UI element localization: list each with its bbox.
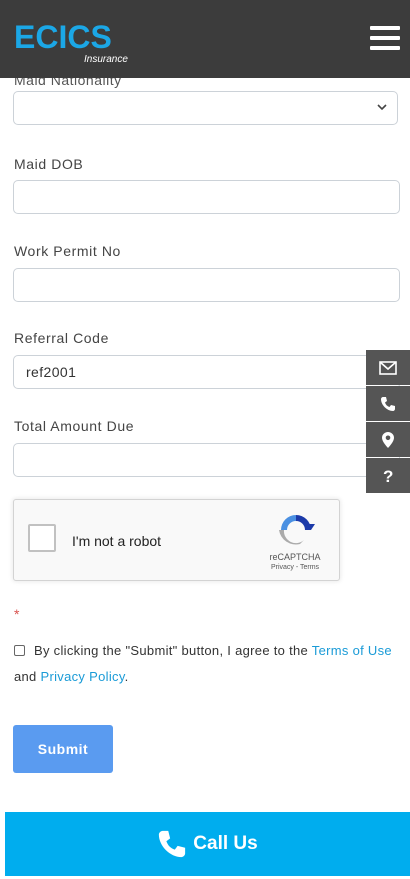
hamburger-menu-icon[interactable] [370, 26, 400, 52]
logo-sub-text: Insurance [84, 54, 128, 65]
ecics-logo[interactable]: ECICS Insurance [14, 18, 129, 66]
location-pin-icon[interactable] [366, 422, 410, 457]
agreement-and-text: and [14, 669, 41, 684]
logo-main-text: ECICS [14, 19, 112, 55]
call-us-bar[interactable]: Call Us [5, 812, 410, 876]
terms-checkbox[interactable] [14, 645, 25, 656]
privacy-policy-link[interactable]: Privacy Policy [41, 669, 125, 684]
call-us-label: Call Us [193, 833, 258, 854]
submit-button[interactable]: Submit [13, 725, 113, 773]
phone-call-icon [159, 830, 186, 858]
chevron-down-icon [377, 104, 387, 111]
question-icon[interactable]: ? [366, 458, 410, 493]
phone-icon[interactable] [366, 386, 410, 421]
agreement-period: . [124, 669, 129, 684]
work-permit-input[interactable] [13, 268, 400, 302]
envelope-icon[interactable] [366, 350, 410, 385]
referral-code-input[interactable] [13, 355, 400, 389]
terms-agreement: By clicking the "Submit" button, I agree… [14, 638, 404, 690]
maid-dob-label: Maid DOB [14, 156, 84, 172]
recaptcha-brand: reCAPTCHA [269, 552, 321, 562]
maid-nationality-select[interactable] [13, 91, 398, 125]
agreement-text: By clicking the "Submit" button, I agree… [34, 643, 312, 658]
terms-of-use-link[interactable]: Terms of Use [312, 643, 392, 658]
recaptcha-checkbox[interactable] [28, 524, 56, 552]
maid-dob-input[interactable] [13, 180, 400, 214]
referral-code-label: Referral Code [14, 330, 109, 346]
total-amount-input[interactable] [13, 443, 400, 477]
site-header: ECICS Insurance [0, 0, 410, 78]
recaptcha-widget: I'm not a robot reCAPTCHA Privacy - Term… [13, 499, 340, 581]
recaptcha-privacy-terms[interactable]: Privacy - Terms [260, 564, 330, 571]
recaptcha-label: I'm not a robot [72, 533, 162, 549]
total-amount-label: Total Amount Due [14, 418, 135, 434]
recaptcha-logo-icon [279, 515, 315, 545]
side-contact-tools: ? [366, 350, 410, 494]
work-permit-label: Work Permit No [14, 243, 121, 259]
svg-text:?: ? [383, 467, 393, 485]
required-asterisk: * [14, 606, 20, 622]
